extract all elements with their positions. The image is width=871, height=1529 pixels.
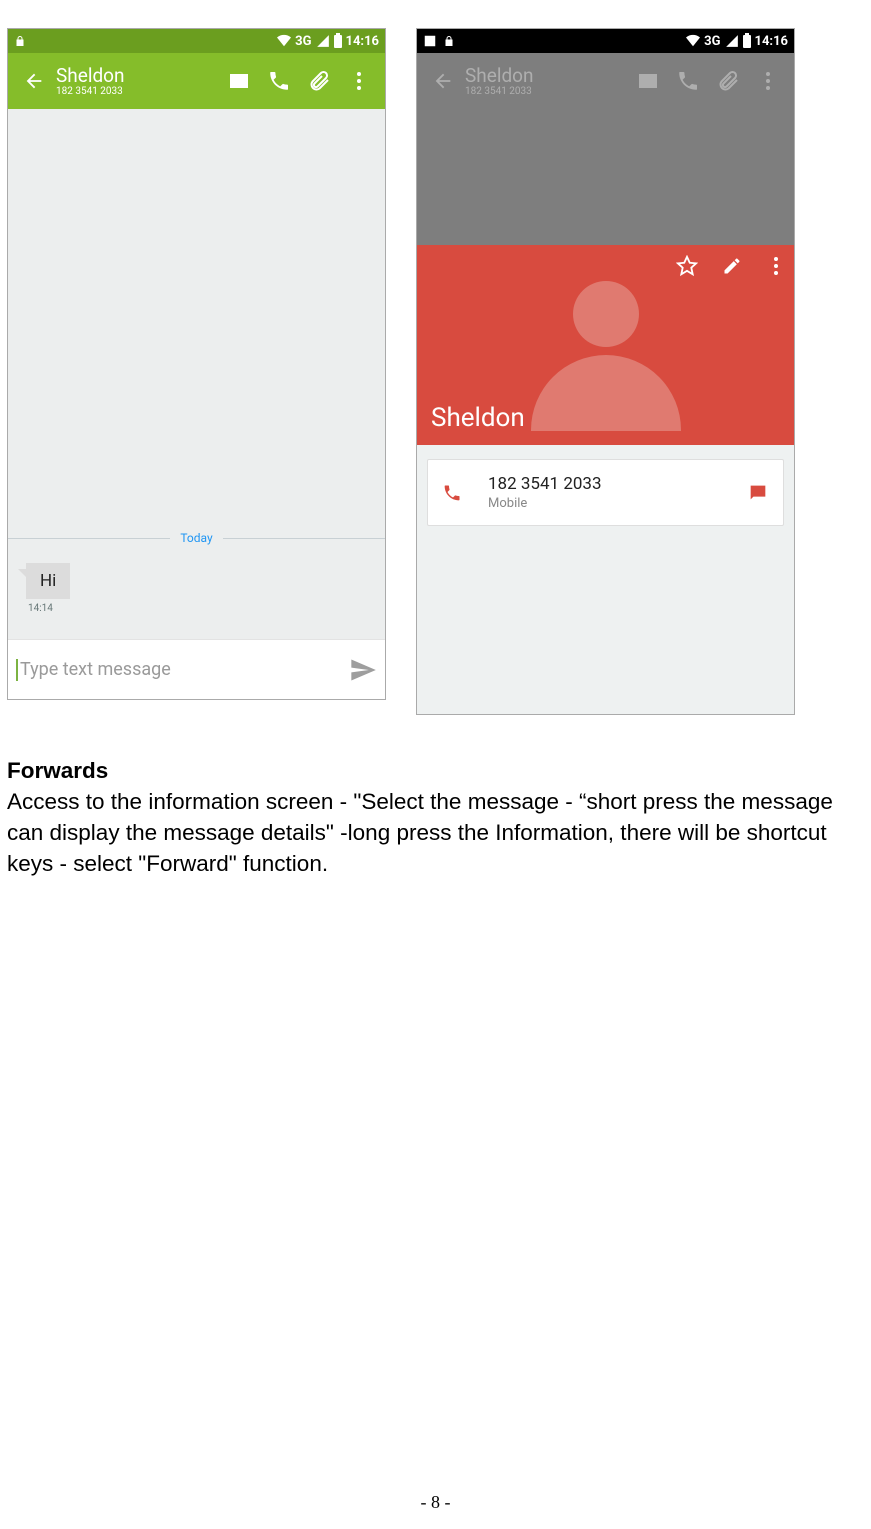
contact-avatar [531, 281, 681, 431]
signal-icon [316, 34, 330, 48]
network-label: 3G [704, 34, 720, 49]
send-icon [351, 659, 376, 680]
status-right: 3G 14:16 [277, 34, 379, 49]
app-bar: Sheldon 182 3541 2033 [8, 53, 385, 109]
image-icon [423, 34, 437, 48]
attach-button[interactable] [708, 61, 748, 101]
phone-row[interactable]: 182 3541 2033 Mobile [427, 459, 784, 526]
lock-icon [443, 34, 455, 48]
arrow-left-icon [23, 70, 45, 92]
conversation-title: Sheldon 182 3541 2033 [463, 66, 534, 97]
clock-label: 14:16 [755, 34, 789, 49]
wifi-icon [686, 34, 700, 48]
wifi-icon [277, 34, 291, 48]
battery-icon [334, 35, 342, 48]
more-vert-icon [766, 72, 770, 90]
section-heading: Forwards [7, 755, 864, 786]
lock-icon [14, 34, 26, 48]
text-cursor [16, 659, 18, 681]
document-page: 3G 14:16 Sheldon 182 3541 2033 [0, 0, 871, 1529]
paperclip-icon [307, 69, 331, 93]
compose-input[interactable]: Type text message [20, 659, 349, 680]
arrow-left-icon [432, 70, 454, 92]
contact-card-button[interactable] [219, 61, 259, 101]
phone-icon [676, 69, 700, 93]
contact-number: 182 3541 2033 [465, 86, 534, 97]
phone-type: Mobile [488, 496, 747, 511]
star-button[interactable] [676, 255, 698, 277]
contact-name: Sheldon [465, 66, 534, 86]
section-body: Access to the information screen - "Sele… [7, 786, 864, 879]
pencil-icon [725, 259, 740, 274]
screenshot-row: 3G 14:16 Sheldon 182 3541 2033 [7, 28, 864, 715]
compose-bar: Type text message [8, 639, 385, 699]
document-text: Forwards Access to the information scree… [7, 755, 864, 879]
call-button[interactable] [259, 61, 299, 101]
status-bar: 3G 14:16 [8, 29, 385, 53]
contact-details: 182 3541 2033 Mobile [417, 445, 794, 714]
date-divider: Today [8, 531, 385, 545]
contact-card-button[interactable] [628, 61, 668, 101]
more-button[interactable] [766, 257, 786, 275]
screenshot-contact: 3G 14:16 Sheldon 182 3541 2033 [416, 28, 795, 715]
person-icon [573, 281, 639, 347]
message-button[interactable] [747, 482, 769, 504]
attach-button[interactable] [299, 61, 339, 101]
more-button[interactable] [339, 61, 379, 101]
call-button[interactable] [668, 61, 708, 101]
message-item[interactable]: Hi 14:14 [26, 563, 70, 618]
conversation-title[interactable]: Sheldon 182 3541 2033 [54, 66, 125, 97]
more-button[interactable] [748, 61, 788, 101]
app-bar-dimmed: Sheldon 182 3541 2033 [417, 53, 794, 109]
back-button[interactable] [14, 61, 54, 101]
dimmed-background [417, 109, 794, 245]
signal-icon [725, 34, 739, 48]
contact-header: Sheldon [417, 245, 794, 445]
more-vert-icon [357, 72, 361, 90]
phone-icon [267, 69, 291, 93]
status-bar: 3G 14:16 [417, 29, 794, 53]
contact-card-icon [227, 69, 251, 93]
message-time: 14:14 [26, 599, 70, 618]
screenshot-messaging: 3G 14:16 Sheldon 182 3541 2033 [7, 28, 386, 700]
contact-name: Sheldon [56, 66, 125, 86]
contact-number: 182 3541 2033 [56, 86, 125, 97]
status-left [14, 34, 26, 48]
contact-display-name: Sheldon [431, 403, 525, 433]
phone-icon [442, 483, 462, 503]
message-bubble: Hi [26, 563, 70, 599]
edit-button[interactable] [722, 256, 742, 276]
contact-card-icon [636, 69, 660, 93]
message-thread[interactable]: Today Hi 14:14 [8, 109, 385, 639]
back-button[interactable] [423, 61, 463, 101]
star-icon [678, 257, 696, 274]
date-divider-label: Today [170, 531, 222, 545]
page-number: - 8 - [0, 1492, 871, 1513]
battery-icon [743, 35, 751, 48]
status-left [423, 34, 455, 48]
clock-label: 14:16 [346, 34, 380, 49]
send-button[interactable] [349, 656, 377, 684]
message-icon [751, 485, 766, 499]
phone-number: 182 3541 2033 [488, 474, 747, 494]
network-label: 3G [295, 34, 311, 49]
paperclip-icon [716, 69, 740, 93]
status-right: 3G 14:16 [686, 34, 788, 49]
